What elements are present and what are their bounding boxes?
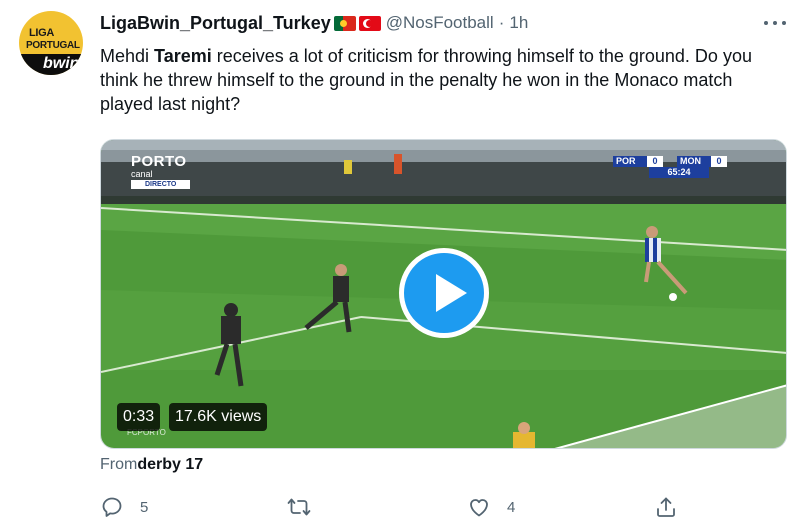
separator-dot: · <box>498 13 505 32</box>
source-prefix: From <box>100 456 138 473</box>
broadcast-logo-title: PORTO <box>131 153 187 170</box>
avatar-text-portugal: PORTUGAL <box>26 40 80 51</box>
match-clock: 65:24 <box>649 167 709 178</box>
tweet-header: LigaBwin_Portugal_Turkey @NosFootball · … <box>100 12 528 34</box>
portugal-flag-icon <box>333 15 356 31</box>
share-icon <box>657 497 675 517</box>
home-score: 0 <box>647 156 663 167</box>
reply-count: 5 <box>140 498 149 516</box>
video-views: 17.6K views <box>169 403 268 431</box>
broadcast-logo-channel: canal <box>131 169 153 179</box>
play-button[interactable] <box>399 248 489 338</box>
turkey-flag-icon <box>358 15 381 31</box>
broadcast-logo: PORTO canal DIRECTO <box>131 153 191 189</box>
media-source: Fromderby 17 <box>100 456 203 474</box>
retweet-button[interactable] <box>287 490 327 524</box>
avatar-brand: bwin <box>43 55 80 72</box>
display-name[interactable]: LigaBwin_Portugal_Turkey <box>100 13 331 34</box>
avatar-text-liga: LIGA <box>29 27 55 39</box>
action-bar: 5 4 <box>100 490 700 524</box>
video-duration: 0:33 <box>117 403 161 431</box>
more-dot-icon <box>764 21 768 25</box>
tweet-text-part: Mehdi <box>100 46 155 66</box>
avatar[interactable]: LIGA PORTUGAL bwin <box>19 11 83 75</box>
away-score: 0 <box>711 156 727 167</box>
retweet-icon <box>287 498 311 516</box>
like-count: 4 <box>507 498 516 516</box>
more-options-button[interactable] <box>764 14 786 32</box>
reply-icon <box>102 497 122 517</box>
more-dot-icon <box>773 21 777 25</box>
broadcast-logo-live: DIRECTO <box>131 180 191 189</box>
tweet-text-bold: Taremi <box>154 46 212 66</box>
video-player[interactable]: PORTO canal DIRECTO POR 0 MON 0 65:24 FC… <box>100 139 787 449</box>
reply-button[interactable]: 5 <box>100 490 148 524</box>
home-team: POR <box>613 156 647 167</box>
away-team: MON <box>677 156 711 167</box>
source-name[interactable]: derby 17 <box>137 456 203 473</box>
tweet-text: Mehdi Taremi receives a lot of criticism… <box>100 44 790 116</box>
like-button[interactable]: 4 <box>467 490 515 524</box>
scoreboard: POR 0 MON 0 65:24 <box>613 156 749 178</box>
share-button[interactable] <box>654 490 678 524</box>
user-handle[interactable]: @NosFootball <box>386 13 494 33</box>
timestamp[interactable]: 1h <box>509 13 528 33</box>
more-dot-icon <box>782 21 786 25</box>
heart-icon <box>470 499 488 517</box>
